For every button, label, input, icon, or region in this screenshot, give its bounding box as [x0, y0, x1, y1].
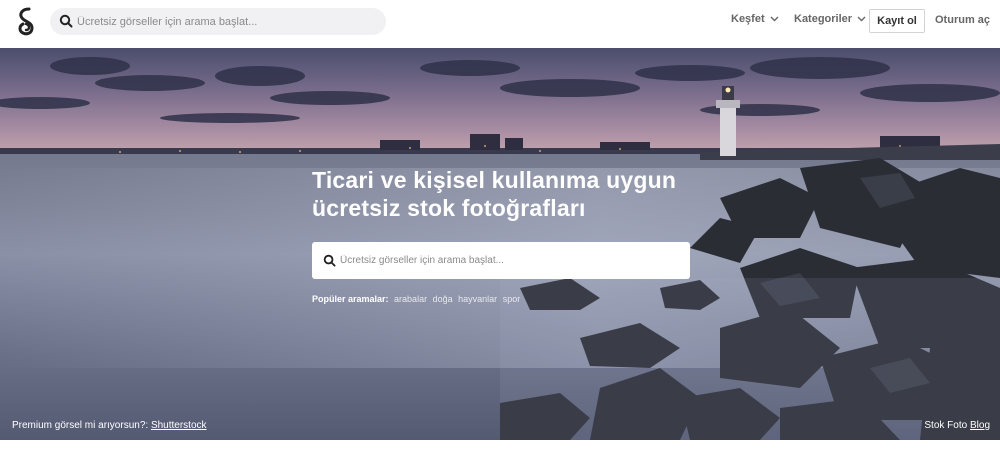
blog-notice: Stok Foto Blog	[924, 420, 990, 431]
nav-explore-label: Keşfet	[731, 13, 765, 25]
popular-tag-link[interactable]: doğa	[433, 294, 453, 304]
logo-icon[interactable]	[14, 6, 38, 38]
nav-explore[interactable]: Keşfet	[731, 13, 779, 25]
login-link[interactable]: Oturum aç	[935, 14, 990, 26]
popular-searches: Popüler aramalar: arabalar doğa hayvanla…	[312, 294, 520, 304]
blog-text: Stok Foto	[924, 420, 968, 431]
hero-title-line2: ücretsiz stok fotoğrafları	[312, 195, 586, 221]
premium-notice: Premium görsel mi arıyorsun?: Shuttersto…	[12, 420, 207, 431]
hero-section: Ticari ve kişisel kullanıma uygun ücrets…	[0, 48, 1000, 440]
hero-search-input[interactable]	[340, 242, 680, 279]
premium-text: Premium görsel mi arıyorsun?:	[12, 420, 149, 431]
shutterstock-link[interactable]: Shutterstock	[151, 420, 207, 431]
popular-tag-link[interactable]: hayvanlar	[458, 294, 497, 304]
popular-searches-label: Popüler aramalar:	[312, 294, 389, 304]
nav-categories-label: Kategoriler	[794, 13, 853, 25]
popular-tag-link[interactable]: arabalar	[394, 294, 427, 304]
header-search-bar[interactable]	[50, 8, 386, 35]
hero-search-bar[interactable]	[312, 242, 690, 279]
hero-title: Ticari ve kişisel kullanıma uygun ücrets…	[312, 166, 732, 222]
search-icon	[323, 254, 336, 267]
hero-title-line1: Ticari ve kişisel kullanıma uygun	[312, 167, 677, 193]
chevron-down-icon	[857, 16, 866, 22]
popular-tag-link[interactable]: spor	[503, 294, 521, 304]
header-search-input[interactable]	[77, 8, 377, 35]
top-header: Keşfet Kategoriler Kayıt ol Oturum aç	[0, 0, 1000, 44]
search-icon	[59, 14, 73, 28]
nav-categories[interactable]: Kategoriler	[794, 13, 866, 25]
blog-link[interactable]: Blog	[970, 420, 990, 431]
chevron-down-icon	[770, 16, 779, 22]
signup-button[interactable]: Kayıt ol	[869, 9, 925, 33]
